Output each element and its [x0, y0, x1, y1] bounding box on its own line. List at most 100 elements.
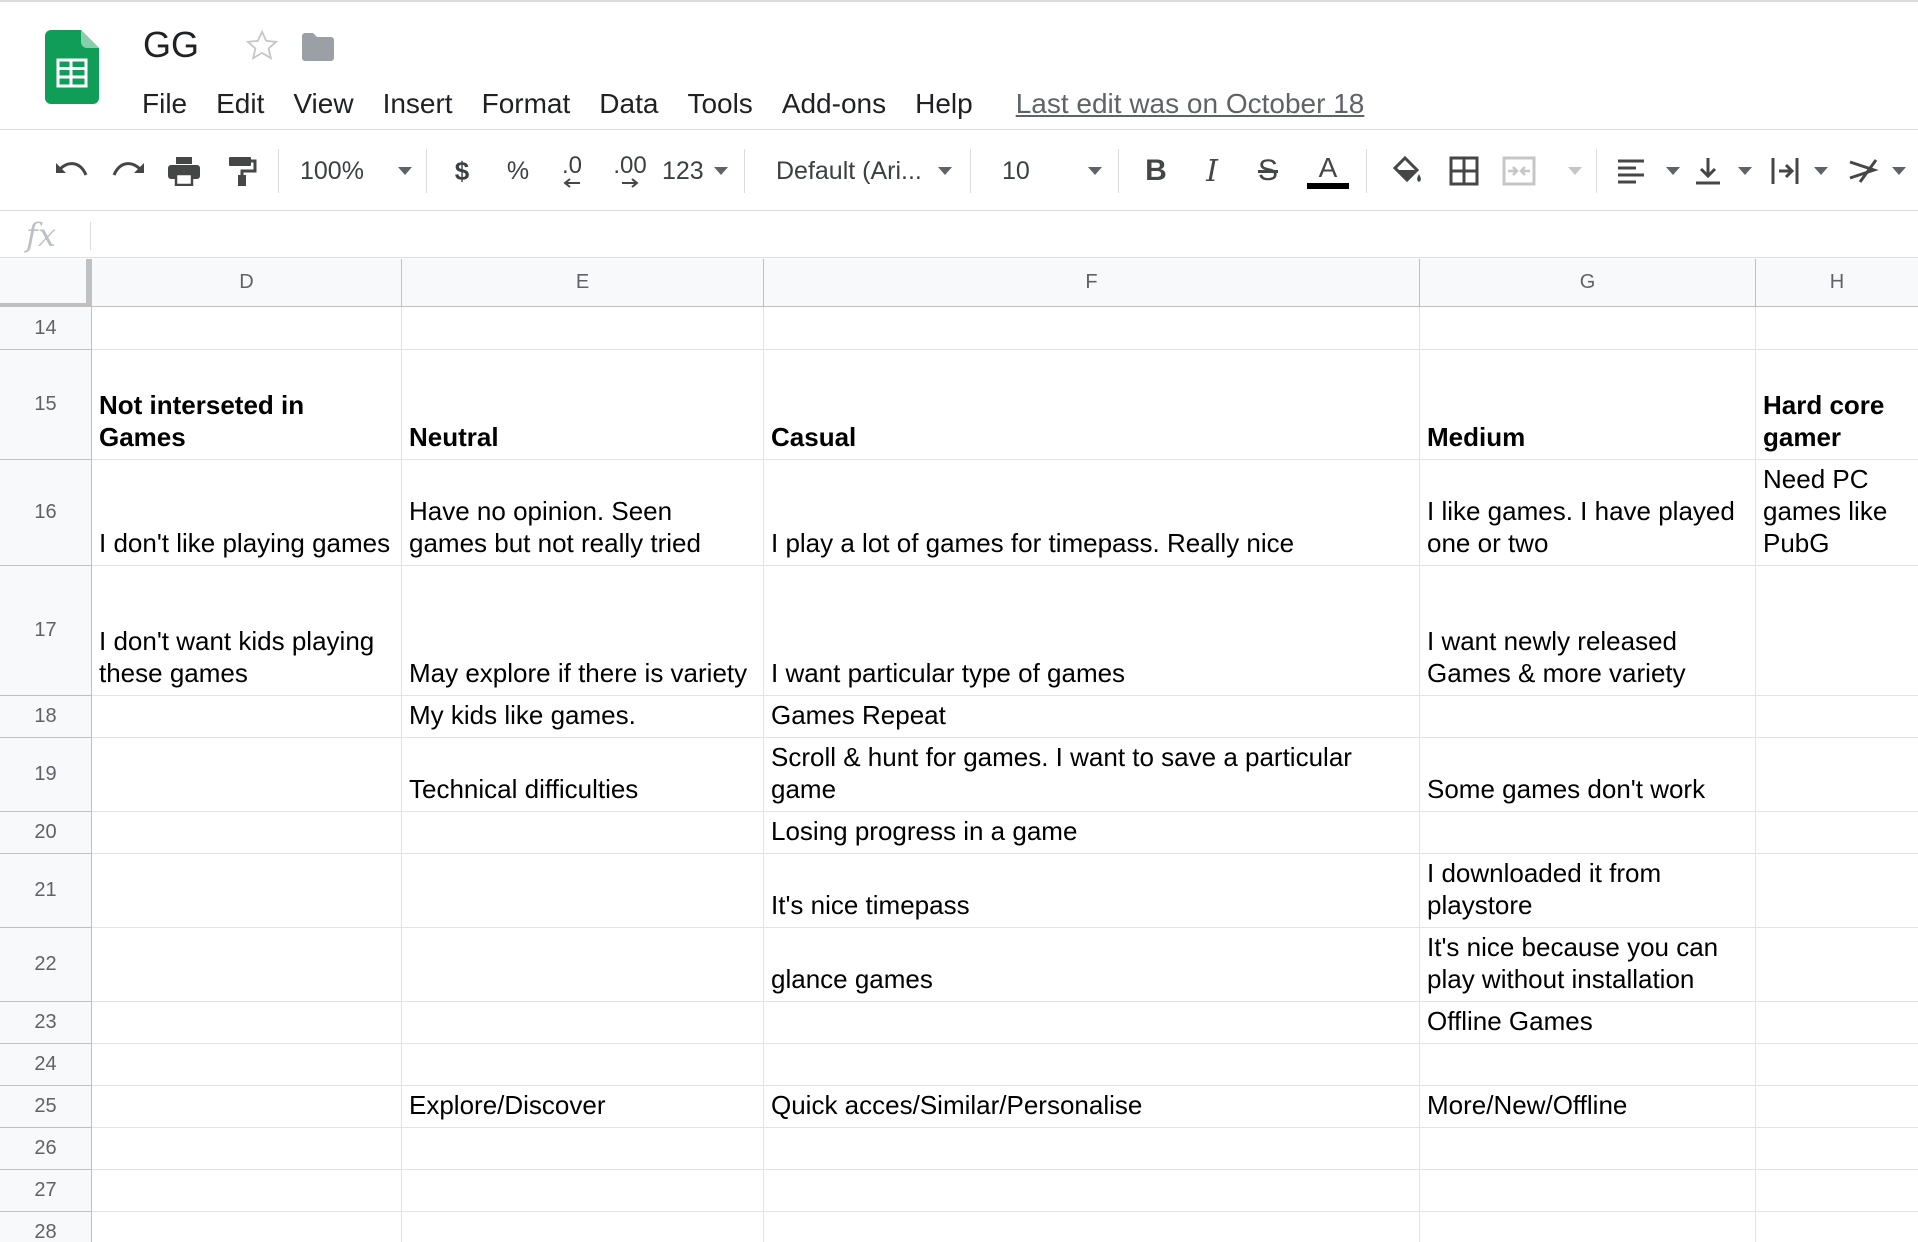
redo-icon[interactable]: [108, 151, 150, 191]
row-header[interactable]: 18: [0, 696, 92, 738]
undo-icon[interactable]: [50, 151, 92, 191]
row-header[interactable]: 25: [0, 1086, 92, 1128]
row-header[interactable]: 26: [0, 1128, 92, 1170]
row-header[interactable]: 21: [0, 854, 92, 928]
cell-h15[interactable]: Hard core gamer: [1756, 350, 1918, 460]
row-header[interactable]: 14: [0, 307, 92, 350]
cell-f15[interactable]: Casual: [764, 350, 1420, 460]
menu-tools[interactable]: Tools: [687, 88, 752, 120]
menu-help[interactable]: Help: [915, 88, 973, 120]
cell-h23[interactable]: [1756, 1002, 1918, 1044]
cell-e23[interactable]: [402, 1002, 764, 1044]
menu-edit[interactable]: Edit: [216, 88, 264, 120]
menu-format[interactable]: Format: [482, 88, 571, 120]
cell-f27[interactable]: [764, 1170, 1420, 1212]
cell-e25[interactable]: Explore/Discover: [402, 1086, 764, 1128]
cell-f26[interactable]: [764, 1128, 1420, 1170]
cell-f14[interactable]: [764, 307, 1420, 350]
cell-f24[interactable]: [764, 1044, 1420, 1086]
cell-h27[interactable]: [1756, 1170, 1918, 1212]
cell-f19[interactable]: Scroll & hunt for games. I want to save …: [764, 738, 1420, 812]
cell-g14[interactable]: [1420, 307, 1756, 350]
more-formats-select[interactable]: 123: [662, 151, 728, 191]
borders-icon[interactable]: [1444, 151, 1484, 191]
cell-e17[interactable]: May explore if there is variety: [402, 566, 764, 696]
cell-f25[interactable]: Quick acces/Similar/Personalise: [764, 1086, 1420, 1128]
row-header[interactable]: 19: [0, 738, 92, 812]
cell-d28[interactable]: [92, 1212, 402, 1242]
cell-g16[interactable]: I like games. I have played one or two: [1420, 460, 1756, 566]
cell-d26[interactable]: [92, 1128, 402, 1170]
cell-h14[interactable]: [1756, 307, 1918, 350]
cell-f28[interactable]: [764, 1212, 1420, 1242]
horizontal-align-button[interactable]: [1616, 151, 1680, 191]
cell-h24[interactable]: [1756, 1044, 1918, 1086]
font-size-select[interactable]: 10: [1002, 151, 1102, 191]
cell-g25[interactable]: More/New/Offline: [1420, 1086, 1756, 1128]
last-edit-link[interactable]: Last edit was on October 18: [1016, 88, 1365, 120]
merge-cells-button[interactable]: [1502, 151, 1582, 191]
cell-g19[interactable]: Some games don't work: [1420, 738, 1756, 812]
row-header[interactable]: 16: [0, 460, 92, 566]
sheets-logo-icon[interactable]: [45, 30, 99, 104]
currency-format-button[interactable]: $: [446, 151, 478, 191]
cell-e22[interactable]: [402, 928, 764, 1002]
cell-g17[interactable]: I want newly released Games & more varie…: [1420, 566, 1756, 696]
bold-button[interactable]: B: [1138, 151, 1174, 191]
cell-g23[interactable]: Offline Games: [1420, 1002, 1756, 1044]
text-wrapping-button[interactable]: [1770, 151, 1828, 191]
menu-add-ons[interactable]: Add-ons: [782, 88, 886, 120]
cell-f18[interactable]: Games Repeat: [764, 696, 1420, 738]
cell-e14[interactable]: [402, 307, 764, 350]
cell-g26[interactable]: [1420, 1128, 1756, 1170]
cell-e16[interactable]: Have no opinion. Seen games but not real…: [402, 460, 764, 566]
cell-h25[interactable]: [1756, 1086, 1918, 1128]
folder-icon[interactable]: [300, 32, 336, 62]
cell-d24[interactable]: [92, 1044, 402, 1086]
cell-d15[interactable]: Not interseted in Games: [92, 350, 402, 460]
menu-insert[interactable]: Insert: [383, 88, 453, 120]
cell-h20[interactable]: [1756, 812, 1918, 854]
cell-h17[interactable]: [1756, 566, 1918, 696]
cell-d17[interactable]: I don't want kids playing these games: [92, 566, 402, 696]
cell-d18[interactable]: [92, 696, 402, 738]
menu-data[interactable]: Data: [599, 88, 658, 120]
cell-f16[interactable]: I play a lot of games for timepass. Real…: [764, 460, 1420, 566]
cell-d14[interactable]: [92, 307, 402, 350]
row-header[interactable]: 27: [0, 1170, 92, 1212]
text-color-button[interactable]: A: [1306, 151, 1350, 191]
cell-e20[interactable]: [402, 812, 764, 854]
cell-d20[interactable]: [92, 812, 402, 854]
cell-e27[interactable]: [402, 1170, 764, 1212]
cell-g22[interactable]: It's nice because you can play without i…: [1420, 928, 1756, 1002]
row-header[interactable]: 17: [0, 566, 92, 696]
cell-h18[interactable]: [1756, 696, 1918, 738]
paint-format-icon[interactable]: [222, 151, 262, 191]
column-header-f[interactable]: F: [764, 259, 1420, 307]
row-header[interactable]: 22: [0, 928, 92, 1002]
cell-d19[interactable]: [92, 738, 402, 812]
menu-view[interactable]: View: [293, 88, 353, 120]
document-title[interactable]: GG: [143, 24, 199, 66]
cell-f23[interactable]: [764, 1002, 1420, 1044]
cell-f20[interactable]: Losing progress in a game: [764, 812, 1420, 854]
row-header[interactable]: 28: [0, 1212, 92, 1242]
cell-d27[interactable]: [92, 1170, 402, 1212]
cell-d16[interactable]: I don't like playing games: [92, 460, 402, 566]
row-header[interactable]: 15: [0, 350, 92, 460]
cell-f21[interactable]: It's nice timepass: [764, 854, 1420, 928]
column-header-g[interactable]: G: [1420, 259, 1756, 307]
cell-e24[interactable]: [402, 1044, 764, 1086]
cell-g20[interactable]: [1420, 812, 1756, 854]
cell-d25[interactable]: [92, 1086, 402, 1128]
print-icon[interactable]: [164, 151, 204, 191]
cell-f22[interactable]: glance games: [764, 928, 1420, 1002]
strikethrough-button[interactable]: S: [1250, 151, 1286, 191]
cell-e21[interactable]: [402, 854, 764, 928]
star-icon[interactable]: [244, 28, 280, 64]
row-header[interactable]: 23: [0, 1002, 92, 1044]
cell-e26[interactable]: [402, 1128, 764, 1170]
row-header[interactable]: 24: [0, 1044, 92, 1086]
cell-g27[interactable]: [1420, 1170, 1756, 1212]
column-header-d[interactable]: D: [92, 259, 402, 307]
